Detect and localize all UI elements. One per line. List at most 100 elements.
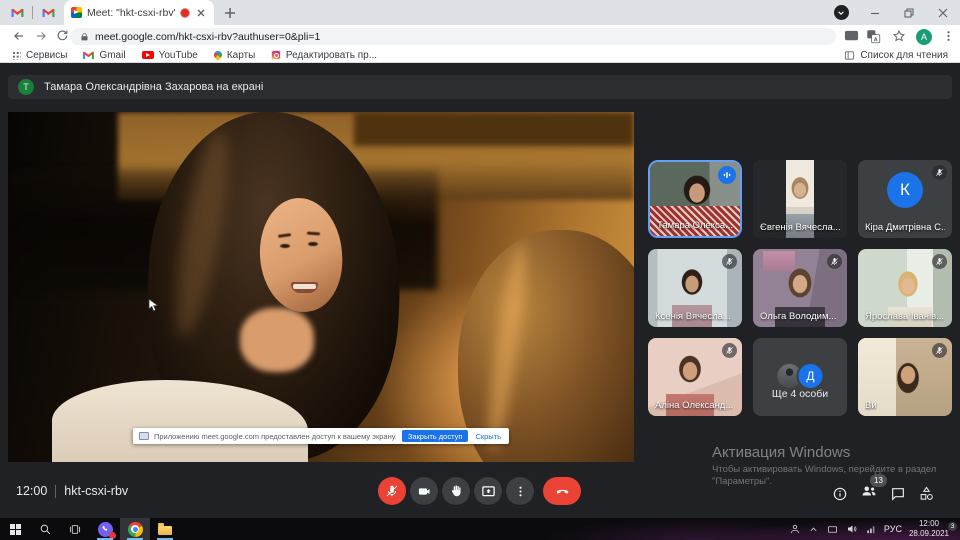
taskbar-app-explorer[interactable] (150, 518, 180, 540)
more-participants-avatars: Д (776, 362, 825, 390)
tray-expand-icon[interactable] (808, 524, 819, 535)
bookmark-star-icon[interactable] (892, 29, 906, 43)
bookmark-label: Сервисы (26, 50, 67, 61)
restore-button[interactable] (892, 0, 926, 25)
lock-icon[interactable] (80, 32, 89, 42)
tab-title: Meet: "hkt-csxi-rbv" (87, 7, 175, 19)
presenting-banner: Т Тамара Олександрівна Захарова на екран… (8, 75, 952, 99)
bookmark-gmail[interactable]: Gmail (83, 50, 125, 61)
bookmark-services[interactable]: Сервисы (12, 50, 67, 61)
profile-avatar[interactable]: A (916, 29, 932, 45)
gmail-icon (42, 8, 55, 18)
more-participants-label: Ще 4 особи (753, 388, 847, 400)
mouse-cursor (148, 298, 160, 312)
bookmark-label: YouTube (159, 50, 198, 61)
present-screen-button[interactable] (474, 477, 502, 505)
activities-button[interactable] (918, 485, 935, 502)
more-options-button[interactable] (506, 477, 534, 505)
participant-name: Ярослава Іванів... (865, 311, 944, 322)
shared-screen-video[interactable]: Приложению meet.google.com предоставлен … (8, 112, 634, 462)
notification-count-badge: 3 (948, 522, 957, 531)
recording-indicator-icon (180, 8, 190, 18)
chat-panel-button[interactable] (890, 486, 906, 502)
participant-tile-kseniia[interactable]: Ксенія Вячесла... (648, 249, 742, 327)
participant-tile-kira[interactable]: К Кіра Дмитрівна С... (858, 160, 952, 238)
translate-icon[interactable] (866, 29, 881, 44)
browser-menu-icon[interactable] (942, 29, 955, 43)
window-controls (824, 0, 960, 25)
back-button[interactable] (12, 29, 26, 43)
close-tab-icon[interactable] (195, 7, 207, 19)
url-text: meet.google.com/hkt-csxi-rbv?authuser=0&… (95, 31, 320, 43)
gmail-icon (11, 8, 24, 18)
url-bar[interactable]: meet.google.com/hkt-csxi-rbv?authuser=0&… (70, 28, 836, 45)
participant-name: Ви (865, 400, 877, 411)
taskbar-app-chrome[interactable] (120, 518, 150, 540)
mic-toggle-button[interactable] (378, 477, 406, 505)
pinned-tab-gmail-2[interactable] (33, 0, 63, 25)
participant-avatar: К (887, 172, 923, 208)
search-button[interactable] (30, 518, 60, 540)
call-controls (378, 477, 581, 505)
refresh-button[interactable] (56, 29, 69, 42)
browser-toolbar: meet.google.com/hkt-csxi-rbv?authuser=0&… (0, 25, 960, 48)
mic-muted-icon (722, 254, 737, 269)
hide-infobar-button[interactable]: Скрыть (473, 431, 503, 442)
chevron-down-icon (837, 9, 845, 17)
raise-hand-button[interactable] (442, 477, 470, 505)
forward-button[interactable] (34, 29, 48, 43)
stop-sharing-button[interactable]: Закрыть доступ (402, 430, 469, 442)
hand-icon (449, 484, 463, 498)
bookmark-youtube[interactable]: YouTube (142, 50, 198, 61)
volume-icon[interactable] (846, 523, 858, 535)
participant-tile-yevheniia[interactable]: Євгенія Вячесла... (753, 160, 847, 238)
profile-avatar-letter: A (921, 32, 927, 42)
taskbar-app-viber[interactable] (90, 518, 120, 540)
meet-favicon-icon (71, 7, 82, 18)
display-tray-icon[interactable] (826, 524, 839, 535)
participant-name: Ксенія Вячесла... (655, 311, 731, 322)
camera-toggle-button[interactable] (410, 477, 438, 505)
participant-tile-yaroslava[interactable]: Ярослава Іванів... (858, 249, 952, 327)
reading-list-icon (844, 50, 855, 61)
start-button[interactable] (0, 518, 30, 540)
leave-call-button[interactable] (543, 477, 581, 505)
taskbar-time: 12:00 (909, 519, 949, 529)
youtube-icon (142, 51, 154, 60)
meeting-time: 12:00 (16, 484, 47, 498)
taskbar-clock[interactable]: 12:00 28.09.2021 (909, 519, 949, 538)
participant-tile-olha[interactable]: Ольга Володим... (753, 249, 847, 327)
bookmark-maps[interactable]: Карты (214, 50, 256, 61)
more-participants-tile[interactable]: Д Ще 4 особи (753, 338, 847, 416)
meeting-details-button[interactable] (832, 486, 848, 502)
speaking-indicator-icon (718, 166, 736, 184)
network-icon[interactable] (865, 524, 877, 535)
participant-tile-tamara[interactable]: Тамара Олекса... (648, 160, 742, 238)
task-view-button[interactable] (60, 518, 90, 540)
people-tray-icon[interactable] (789, 523, 801, 535)
media-indicator-icon[interactable] (844, 29, 859, 42)
pinned-tab-gmail[interactable] (2, 0, 32, 25)
bookmark-instagram[interactable]: Редактировать пр... (271, 50, 377, 61)
close-window-button[interactable] (926, 0, 960, 25)
profile-menu-button[interactable] (824, 0, 858, 25)
reading-list-button[interactable]: Список для чтения (844, 50, 948, 61)
mic-muted-icon (932, 254, 947, 269)
mic-muted-icon (722, 343, 737, 358)
participant-tile-alina[interactable]: Аліна Олександ... (648, 338, 742, 416)
new-tab-button[interactable] (222, 5, 238, 21)
camera-icon (417, 484, 432, 499)
tab-meet[interactable]: Meet: "hkt-csxi-rbv" (64, 0, 214, 25)
bookmark-label: Карты (227, 50, 256, 61)
screen-share-icon (139, 432, 149, 440)
language-indicator[interactable]: РУС (884, 524, 902, 534)
maps-pin-icon (212, 49, 223, 60)
avatar-letter: Д (806, 369, 814, 383)
participants-panel-button[interactable]: 13 (860, 482, 878, 505)
meet-app: Т Тамара Олександрівна Захарова на екран… (0, 63, 960, 518)
presenting-banner-text: Тамара Олександрівна Захарова на екрані (44, 81, 263, 93)
self-view-tile[interactable]: Ви (858, 338, 952, 416)
instagram-icon (271, 50, 281, 60)
more-options-icon (514, 485, 527, 498)
minimize-button[interactable] (858, 0, 892, 25)
